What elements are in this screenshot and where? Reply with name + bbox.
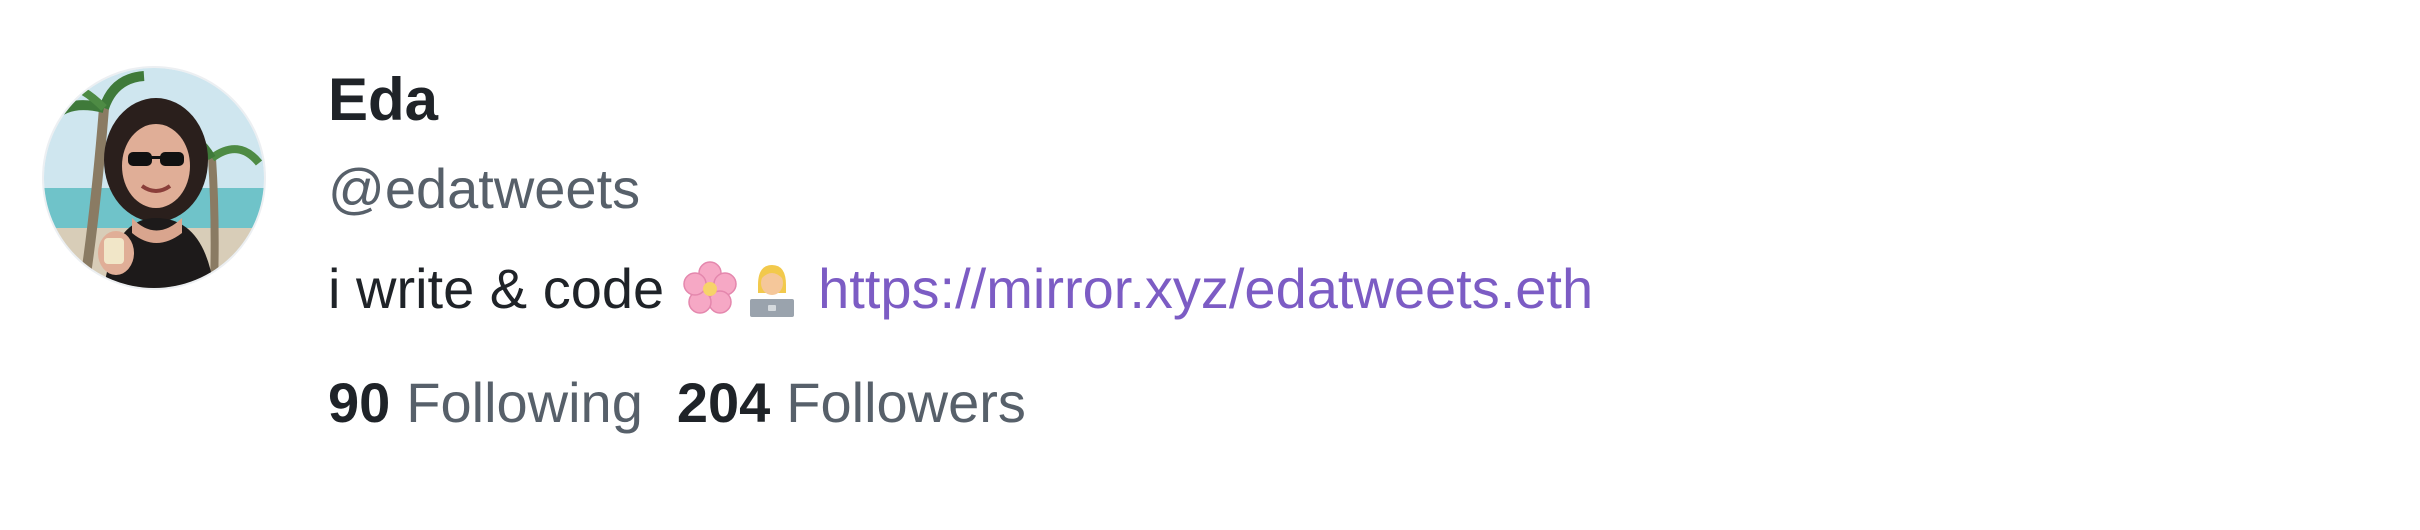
following-count: 90 — [328, 371, 391, 434]
technologist-icon — [742, 259, 802, 319]
following-stat[interactable]: 90 Following — [328, 368, 643, 438]
cherry-blossom-icon — [680, 259, 740, 319]
avatar-photo-icon — [44, 68, 264, 288]
following-label: Following — [406, 371, 643, 434]
followers-count: 204 — [676, 371, 771, 434]
display-name: Eda — [328, 66, 439, 133]
handle: @edatweets — [328, 157, 641, 220]
bio-link[interactable]: https://mirror.xyz/edatweets.eth — [818, 254, 1593, 324]
profile-card: Eda @edatweets i write & code https://mi… — [0, 0, 2420, 530]
profile-info: Eda @edatweets i write & code https://mi… — [328, 64, 1593, 438]
bio-text: i write & code — [328, 257, 665, 320]
profile-stats: 90 Following 204 Followers — [328, 368, 1593, 438]
followers-stat[interactable]: 204 Followers — [677, 368, 1026, 438]
followers-label: Followers — [786, 371, 1026, 434]
avatar[interactable] — [44, 68, 264, 288]
bio: i write & code https://mirror.xyz/edatwe… — [328, 254, 1593, 324]
